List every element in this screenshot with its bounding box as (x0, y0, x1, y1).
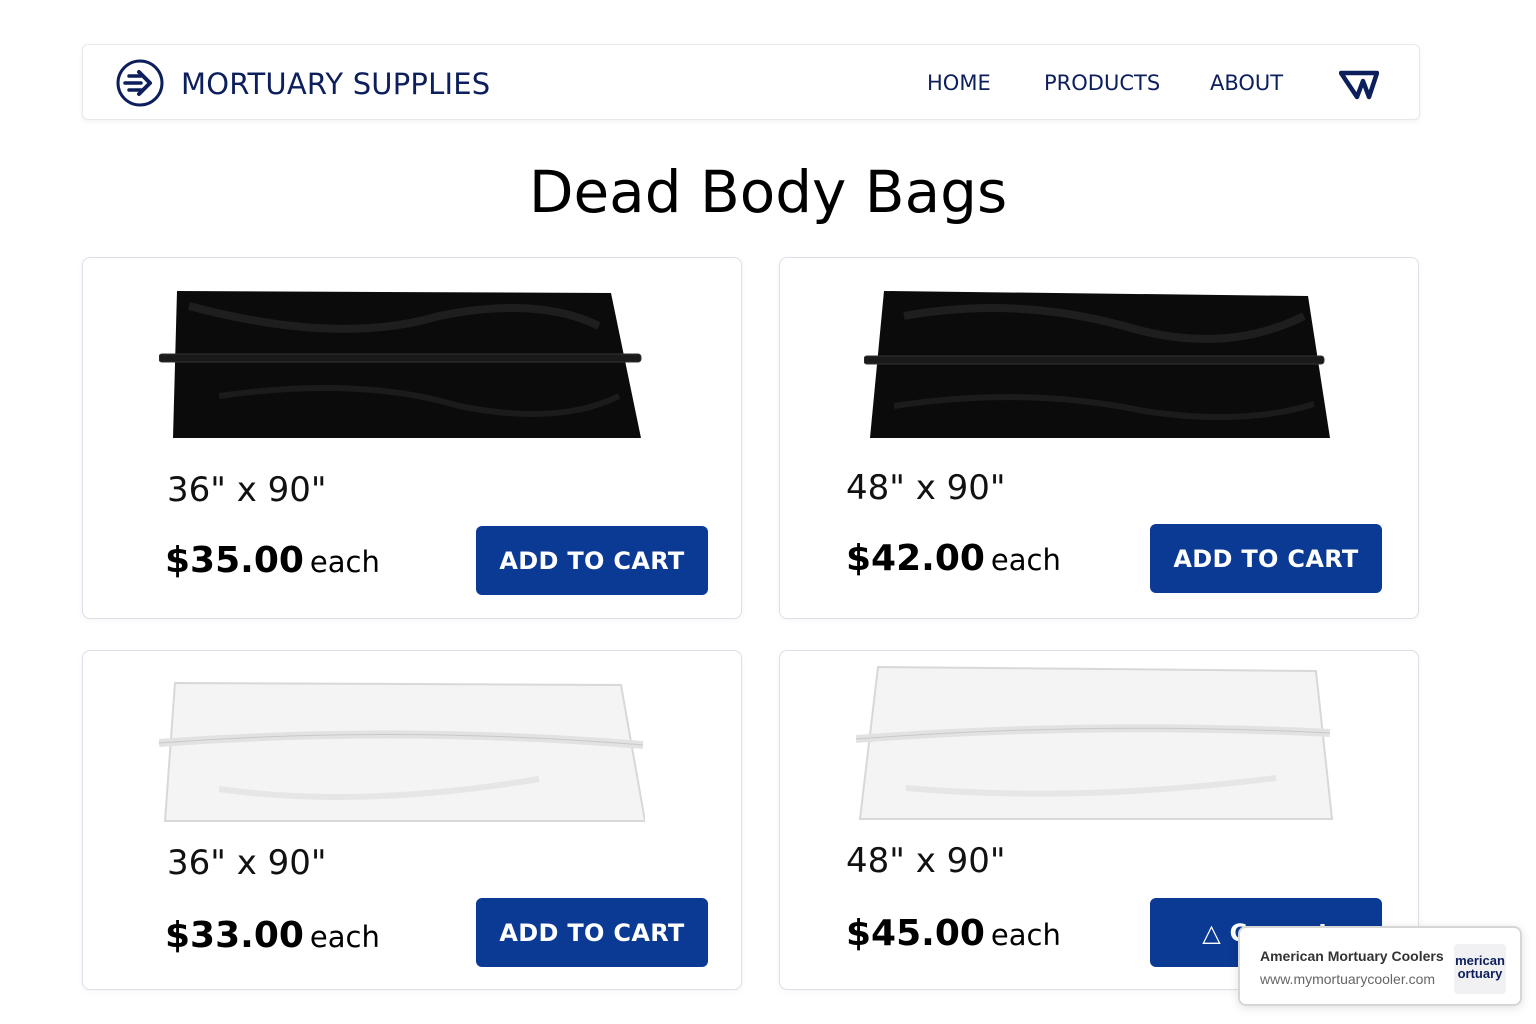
black-body-bag-image (864, 291, 1330, 438)
price-unit: each (990, 543, 1061, 577)
popup-title: American Mortuary Coolers (1260, 948, 1444, 964)
source-attribution-popup[interactable]: American Mortuary Coolers www.mymortuary… (1238, 926, 1522, 1006)
nav-products[interactable]: PRODUCTS (1044, 71, 1160, 95)
add-to-cart-button[interactable]: ADD TO CART (476, 526, 708, 595)
arrow-circle-logo-icon[interactable] (115, 58, 165, 108)
product-price: $35.00 each (165, 540, 380, 581)
site-header: MORTUARY SUPPLIES HOME PRODUCTS ABOUT (82, 44, 1420, 120)
product-size: 36" x 90" (167, 843, 327, 883)
logo-text-line-2: ortuary (1457, 966, 1503, 981)
product-card: 48" x 90" $42.00 each ADD TO CART (779, 257, 1419, 619)
brand-name[interactable]: MORTUARY SUPPLIES (181, 67, 490, 101)
add-to-cart-button[interactable]: ADD TO CART (476, 898, 708, 967)
product-size: 48" x 90" (846, 841, 1006, 881)
mortuary-coolers-logo-icon: merican ortuary (1454, 944, 1506, 994)
white-body-bag-image (856, 665, 1334, 820)
price-unit: each (990, 918, 1061, 952)
add-to-cart-button[interactable]: ADD TO CART (1150, 524, 1382, 593)
product-card: 36" x 90" $33.00 each ADD TO CART (82, 650, 742, 990)
cart-icon[interactable] (1339, 67, 1379, 101)
page-title: Dead Body Bags (528, 158, 1008, 226)
product-price: $42.00 each (846, 538, 1061, 579)
product-card: 36" x 90" $35.00 each ADD TO CART (82, 257, 742, 619)
price-unit: each (309, 920, 380, 954)
price-value: $42.00 (846, 538, 985, 579)
price-unit: each (309, 545, 380, 579)
product-size: 36" x 90" (167, 470, 327, 510)
black-body-bag-image (159, 291, 642, 438)
nav-home[interactable]: HOME (927, 71, 991, 95)
popup-url[interactable]: www.mymortuarycooler.com (1260, 971, 1435, 987)
price-value: $45.00 (846, 913, 985, 954)
product-price: $33.00 each (165, 915, 380, 956)
price-value: $35.00 (165, 540, 304, 581)
price-value: $33.00 (165, 915, 304, 956)
product-price: $45.00 each (846, 913, 1061, 954)
nav-about[interactable]: ABOUT (1210, 71, 1283, 95)
product-size: 48" x 90" (846, 468, 1006, 508)
white-body-bag-image (159, 681, 645, 822)
